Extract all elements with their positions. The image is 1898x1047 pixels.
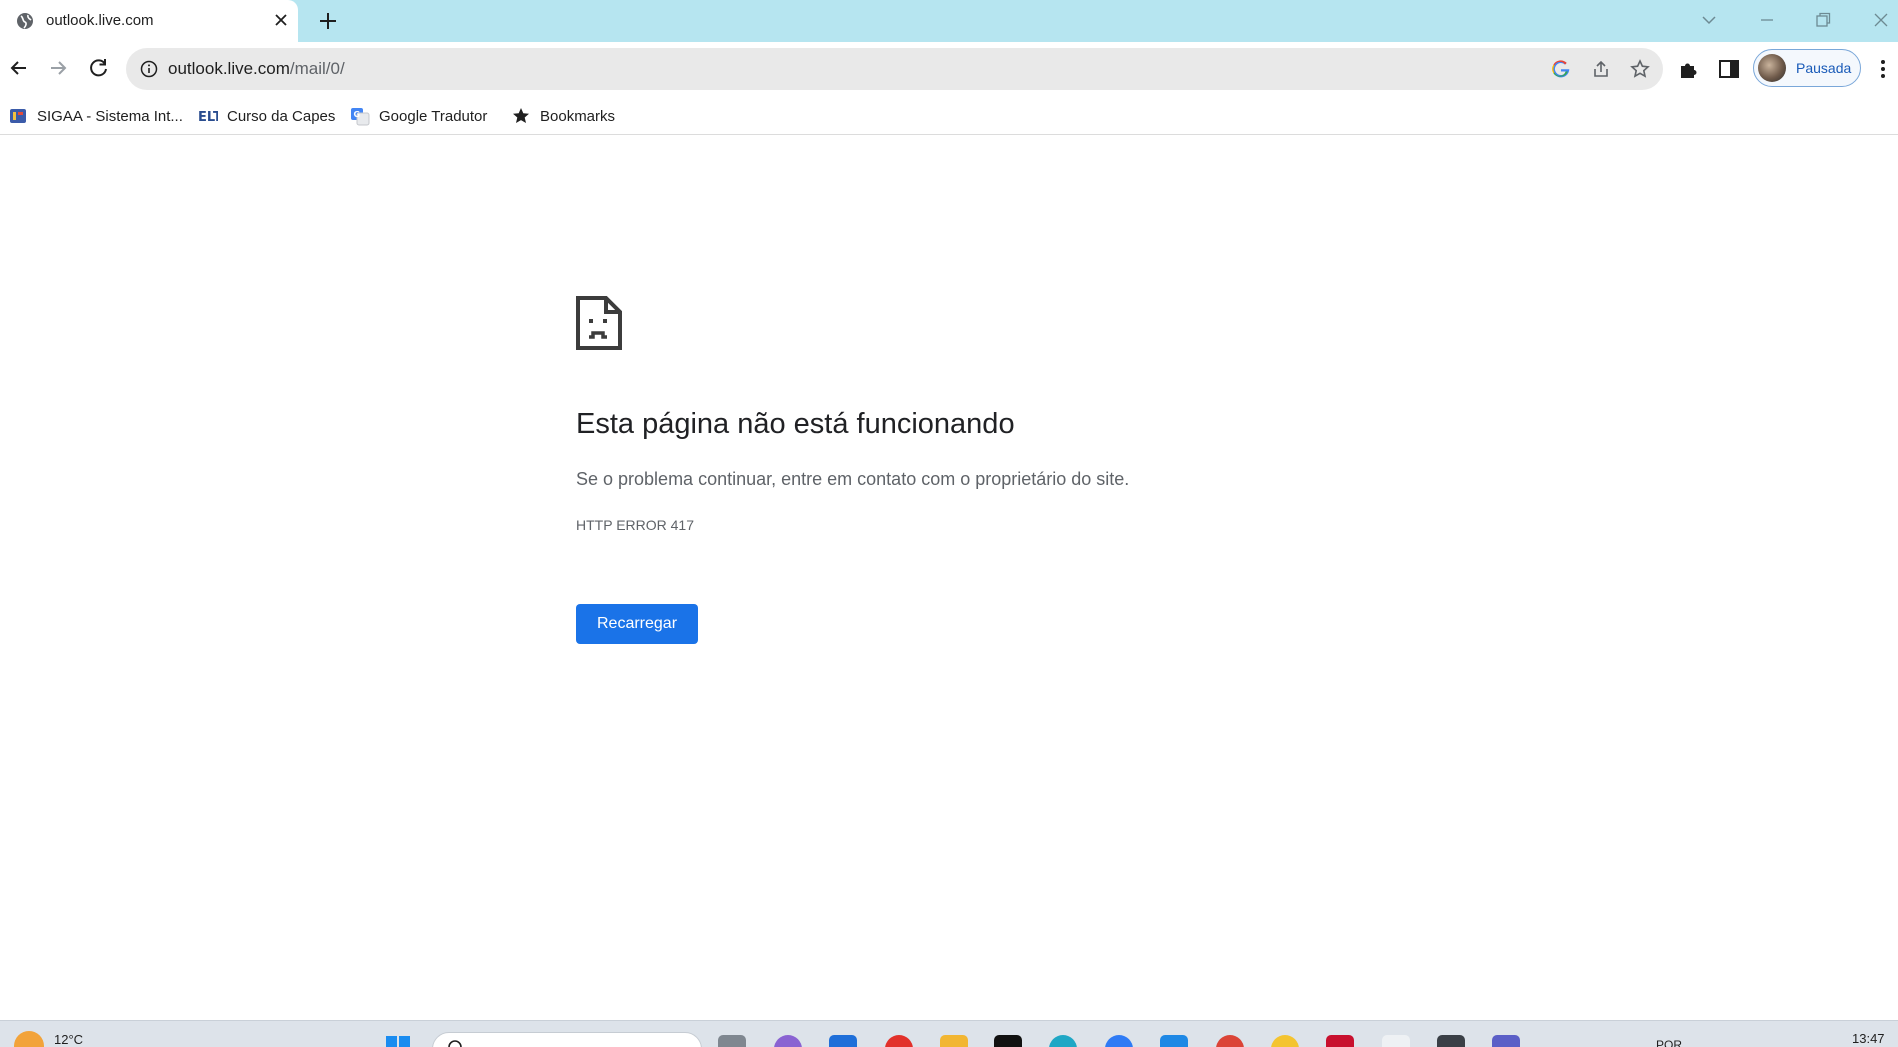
taskbar-clock[interactable]: 13:47 [1852,1031,1885,1046]
browser-toolbar: outlook.live.com/mail/0/ Pausada [0,42,1898,97]
weather-temperature: 12°C [54,1032,84,1047]
bookmark-curso-capes[interactable]: ELT Curso da Capes [198,97,335,135]
more-menu-icon[interactable] [1876,56,1890,82]
netflix-icon[interactable] [994,1035,1022,1047]
forward-arrow-icon[interactable] [45,55,71,81]
url-path: /mail/0/ [289,59,345,78]
weather-icon[interactable] [14,1031,44,1047]
extensions-puzzle-icon[interactable] [1677,57,1701,81]
globe-icon [17,13,33,29]
terminal-icon[interactable] [1437,1035,1465,1047]
close-tab-icon[interactable] [272,11,290,29]
profile-button[interactable]: Pausada [1753,49,1861,87]
teams-chat-icon[interactable] [774,1035,802,1047]
site-info-icon[interactable] [140,60,158,78]
prime-video-icon[interactable] [829,1035,857,1047]
svg-text:ELT: ELT [198,110,218,125]
share-icon[interactable] [1590,58,1612,80]
taskbar-search-input[interactable] [432,1032,702,1047]
bookmarks-bar: SIGAA - Sistema Int... ELT Curso da Cape… [0,97,1898,135]
skype-icon[interactable] [1160,1035,1188,1047]
taskbar: 12°C POR 13:47 [0,1020,1898,1047]
side-panel-icon[interactable] [1717,57,1741,81]
bookmark-label: Google Tradutor [379,107,488,125]
bookmarks-folder[interactable]: Bookmarks [511,97,615,135]
bookmark-label: Bookmarks [540,107,616,125]
bookmark-google-tradutor[interactable]: G Google Tradutor [350,97,487,135]
back-arrow-icon[interactable] [6,55,32,81]
tab-strip: outlook.live.com [0,0,1898,42]
new-tab-plus-icon[interactable] [317,10,339,32]
sigaa-icon [10,109,26,123]
error-title: Esta página não está funcionando [576,408,1015,440]
yellow-app-icon[interactable] [1271,1035,1299,1047]
minimize-icon[interactable] [1757,10,1777,30]
task-view-icon[interactable] [718,1035,746,1047]
star-icon [513,108,529,123]
search-icon [448,1040,462,1047]
bookmark-label: SIGAA - Sistema Int... [37,107,183,125]
address-url: outlook.live.com/mail/0/ [168,59,345,79]
acrobat-icon[interactable] [1326,1035,1354,1047]
translate-icon: G [351,108,370,126]
google-icon[interactable] [1550,58,1572,80]
avatar [1758,54,1786,82]
active-app-icon[interactable] [1382,1035,1410,1047]
tray-language[interactable]: POR [1656,1038,1682,1047]
chrome-icon[interactable] [1216,1035,1244,1047]
bookmark-sigaa[interactable]: SIGAA - Sistema Int... [8,97,183,135]
windows-start-icon[interactable] [384,1034,412,1047]
teams-icon[interactable] [1492,1035,1520,1047]
messenger-icon[interactable] [1105,1035,1133,1047]
restore-icon[interactable] [1813,10,1833,30]
address-bar[interactable]: outlook.live.com/mail/0/ [126,48,1663,90]
profile-status: Pausada [1796,60,1852,76]
opera-icon[interactable] [885,1035,913,1047]
elt-icon: ELT [198,110,218,125]
reload-icon[interactable] [86,55,112,81]
file-explorer-icon[interactable] [940,1035,968,1047]
error-description: Se o problema continuar, entre em contat… [576,469,1130,489]
tab-title: outlook.live.com [46,12,154,29]
error-code: HTTP ERROR 417 [576,517,694,533]
reload-button[interactable]: Recarregar [576,604,698,644]
bookmark-label: Curso da Capes [227,107,336,125]
edge-icon[interactable] [1049,1035,1077,1047]
tab-search-chevron-icon[interactable] [1699,10,1719,30]
sad-page-icon [576,296,622,350]
close-window-icon[interactable] [1871,10,1891,30]
bookmark-star-icon[interactable] [1629,58,1651,80]
url-host: outlook.live.com [168,59,290,78]
browser-tab[interactable]: outlook.live.com [0,0,298,42]
svg-text:G: G [354,110,361,119]
